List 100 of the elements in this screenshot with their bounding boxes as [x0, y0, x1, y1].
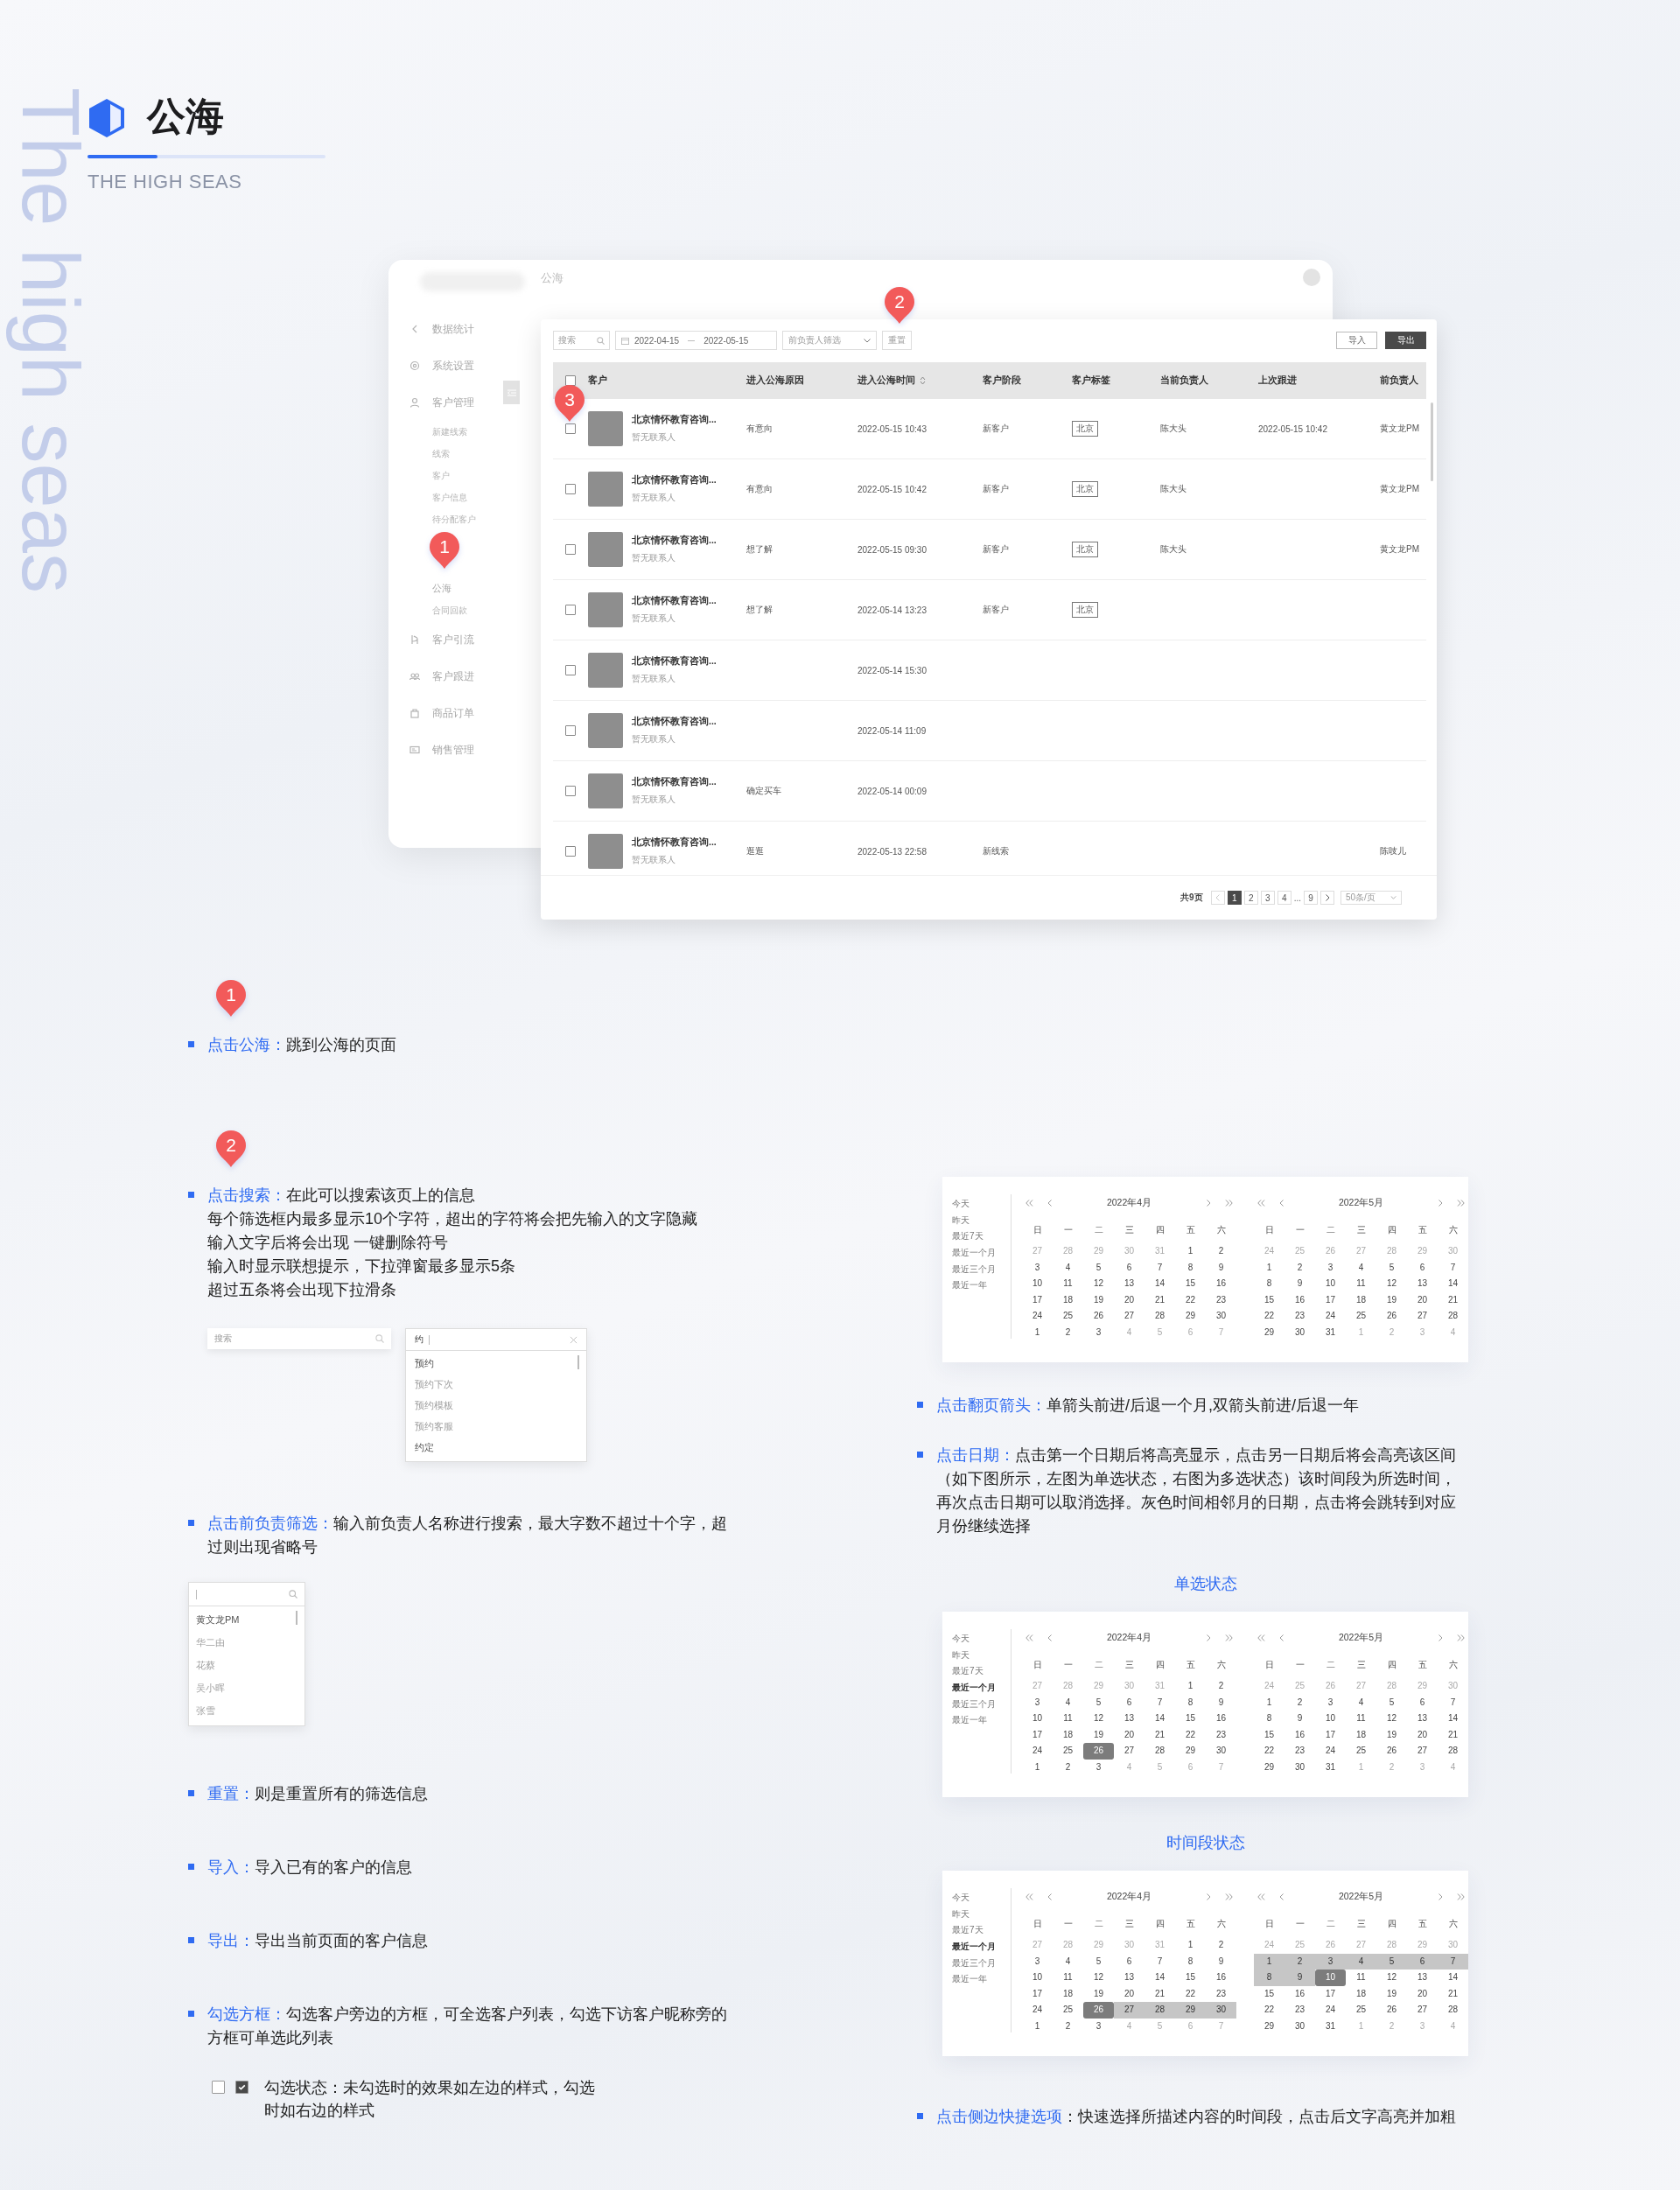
- chevron-left-icon[interactable]: [1047, 1893, 1052, 1900]
- calendar-day[interactable]: 22: [1175, 1291, 1206, 1308]
- calendar-day[interactable]: 11: [1346, 1970, 1376, 1986]
- calendar-day[interactable]: 4: [1346, 1953, 1376, 1970]
- calendar-day[interactable]: 2: [1206, 1243, 1236, 1260]
- calendar-day[interactable]: 13: [1407, 1711, 1438, 1727]
- calendar-day[interactable]: 20: [1114, 1726, 1144, 1743]
- calendar-day[interactable]: 18: [1053, 1726, 1083, 1743]
- calendar-day[interactable]: 2: [1284, 1953, 1315, 1970]
- double-chevron-right-icon[interactable]: [1225, 1634, 1233, 1641]
- shortcut-option[interactable]: 最近一个月: [952, 1939, 996, 1956]
- calendar-day[interactable]: 5: [1376, 1694, 1407, 1711]
- calendar-day[interactable]: 24: [1315, 1308, 1346, 1325]
- calendar-day[interactable]: 30: [1284, 2018, 1315, 2034]
- calendar-day[interactable]: 15: [1254, 1726, 1284, 1743]
- calendar-day[interactable]: 6: [1407, 1694, 1438, 1711]
- owner-option[interactable]: 黄文龙PM: [189, 1608, 240, 1631]
- calendar-day[interactable]: 20: [1407, 1291, 1438, 1308]
- calendar-day[interactable]: 29: [1254, 2018, 1284, 2034]
- calendar-day[interactable]: 25: [1346, 1743, 1376, 1760]
- scrollbar[interactable]: [578, 1355, 579, 1369]
- calendar-day[interactable]: 15: [1254, 1985, 1284, 2002]
- calendar-day[interactable]: 7: [1144, 1259, 1175, 1276]
- calendar-day[interactable]: 10: [1022, 1276, 1053, 1292]
- calendar-day[interactable]: 14: [1144, 1711, 1175, 1727]
- calendar-day[interactable]: 13: [1114, 1970, 1144, 1986]
- chevron-right-icon[interactable]: [1438, 1893, 1443, 1900]
- calendar-day[interactable]: 23: [1284, 2002, 1315, 2019]
- calendar-day[interactable]: 1: [1175, 1937, 1206, 1954]
- shortcut-option[interactable]: 今天: [952, 1631, 970, 1648]
- calendar-day[interactable]: 17: [1022, 1726, 1053, 1743]
- calendar-day[interactable]: 28: [1144, 2002, 1175, 2019]
- calendar-day[interactable]: 4: [1053, 1694, 1083, 1711]
- scrollbar[interactable]: [296, 1611, 298, 1625]
- calendar-day[interactable]: 25: [1346, 2002, 1376, 2019]
- calendar-day[interactable]: 31: [1315, 1759, 1346, 1775]
- calendar-day[interactable]: 4: [1053, 1953, 1083, 1970]
- calendar-day[interactable]: 30: [1206, 2002, 1236, 2019]
- calendar-day[interactable]: 18: [1346, 1726, 1376, 1743]
- calendar-day[interactable]: 29: [1175, 1743, 1206, 1760]
- calendar-day[interactable]: 22: [1175, 1985, 1206, 2002]
- page-button[interactable]: 9: [1304, 891, 1318, 905]
- calendar-day[interactable]: 19: [1083, 1726, 1114, 1743]
- calendar-day[interactable]: 21: [1438, 1726, 1468, 1743]
- calendar-day[interactable]: 26: [1376, 2002, 1407, 2019]
- double-chevron-left-icon[interactable]: [1257, 1634, 1265, 1641]
- calendar-day[interactable]: 28: [1438, 1308, 1468, 1325]
- calendar-day[interactable]: 6: [1407, 1953, 1438, 1970]
- calendar-day[interactable]: 8: [1175, 1259, 1206, 1276]
- calendar-day[interactable]: 5: [1376, 1259, 1407, 1276]
- calendar-day[interactable]: 22: [1254, 1308, 1284, 1325]
- close-icon[interactable]: [570, 1335, 578, 1344]
- calendar-day[interactable]: 1: [1254, 1259, 1284, 1276]
- chevron-left-icon[interactable]: [1279, 1634, 1284, 1641]
- calendar-day[interactable]: 12: [1083, 1276, 1114, 1292]
- calendar-day[interactable]: 4: [1346, 1259, 1376, 1276]
- calendar-day[interactable]: 23: [1206, 1291, 1236, 1308]
- calendar-day[interactable]: 7: [1438, 1259, 1468, 1276]
- import-button[interactable]: 导入: [1336, 332, 1377, 349]
- calendar-day[interactable]: 21: [1438, 1291, 1468, 1308]
- calendar-day[interactable]: 30: [1206, 1743, 1236, 1760]
- calendar-day[interactable]: 13: [1114, 1276, 1144, 1292]
- calendar-day[interactable]: 14: [1438, 1276, 1468, 1292]
- double-chevron-right-icon[interactable]: [1225, 1200, 1233, 1207]
- calendar-day[interactable]: 26: [1083, 2002, 1114, 2019]
- shortcut-option[interactable]: 昨天: [952, 1212, 970, 1229]
- calendar-day[interactable]: 9: [1284, 1276, 1315, 1292]
- calendar-day[interactable]: 2: [1206, 1937, 1236, 1954]
- calendar-day[interactable]: 12: [1376, 1970, 1407, 1986]
- calendar-day[interactable]: 31: [1315, 1324, 1346, 1340]
- calendar-day[interactable]: 3: [1022, 1694, 1053, 1711]
- calendar-day[interactable]: 30: [1284, 1324, 1315, 1340]
- chevron-left-icon[interactable]: [1047, 1634, 1052, 1641]
- calendar-day[interactable]: 3: [1083, 2018, 1114, 2034]
- calendar-day[interactable]: 2: [1284, 1259, 1315, 1276]
- calendar-day[interactable]: 10: [1315, 1711, 1346, 1727]
- chevron-right-icon[interactable]: [1438, 1200, 1443, 1207]
- calendar-day[interactable]: 30: [1284, 1759, 1315, 1775]
- calendar-day[interactable]: 2: [1053, 2018, 1083, 2034]
- calendar-day[interactable]: 14: [1144, 1970, 1175, 1986]
- calendar-day[interactable]: 8: [1254, 1970, 1284, 1986]
- double-chevron-right-icon[interactable]: [1225, 1893, 1233, 1900]
- calendar-day[interactable]: 3: [1315, 1953, 1346, 1970]
- shortcut-option[interactable]: 最近三个月: [952, 1955, 996, 1972]
- calendar-day[interactable]: 5: [1083, 1259, 1114, 1276]
- calendar-day[interactable]: 8: [1175, 1694, 1206, 1711]
- calendar-day[interactable]: 28: [1438, 1743, 1468, 1760]
- calendar-day[interactable]: 8: [1175, 1953, 1206, 1970]
- calendar-day[interactable]: 26: [1376, 1308, 1407, 1325]
- row-checkbox[interactable]: [565, 786, 576, 796]
- calendar-day[interactable]: 15: [1175, 1276, 1206, 1292]
- double-chevron-right-icon[interactable]: [1457, 1200, 1465, 1207]
- calendar-day[interactable]: 1: [1022, 1324, 1053, 1340]
- calendar-day[interactable]: 18: [1346, 1985, 1376, 2002]
- calendar-day[interactable]: 27: [1114, 1743, 1144, 1760]
- calendar-day[interactable]: 6: [1114, 1953, 1144, 1970]
- calendar-day[interactable]: 16: [1206, 1276, 1236, 1292]
- chevron-left-icon[interactable]: [1279, 1893, 1284, 1900]
- row-checkbox[interactable]: [565, 605, 576, 615]
- export-button[interactable]: 导出: [1385, 332, 1426, 349]
